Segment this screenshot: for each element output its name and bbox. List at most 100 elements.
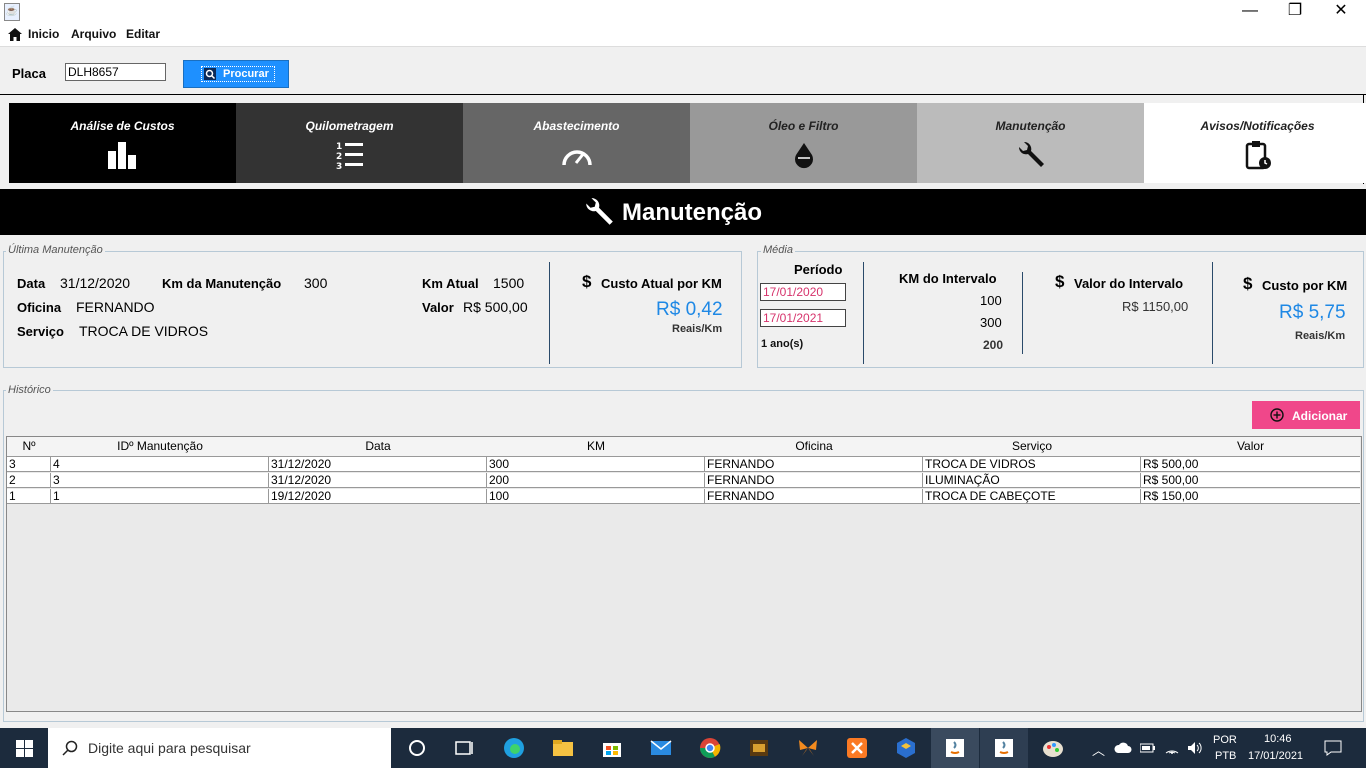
column-header[interactable]: KM [487, 437, 706, 457]
svg-text:2: 2 [336, 152, 342, 162]
butterfly-app-icon[interactable] [796, 736, 820, 760]
task-view-icon[interactable] [452, 736, 476, 760]
java-app-2[interactable] [980, 728, 1028, 768]
paint-icon[interactable] [1041, 736, 1065, 760]
tray-chevron-icon[interactable]: ︿ [1092, 740, 1105, 759]
valor-value: R$ 500,00 [463, 299, 528, 315]
battery-icon[interactable] [1140, 742, 1156, 754]
wifi-icon[interactable] [1164, 740, 1180, 756]
custo-atual-label: Custo Atual por KM [601, 276, 722, 291]
clipboard-clock-icon [1245, 141, 1271, 170]
data-value: 31/12/2020 [60, 275, 131, 291]
table-cell: TROCA DE VIDROS [923, 457, 1141, 472]
speedometer-icon [562, 150, 592, 166]
search-button[interactable]: Procurar [183, 60, 289, 88]
virtualbox-icon[interactable] [894, 736, 918, 760]
menu-inicio[interactable]: Inicio [28, 27, 59, 41]
tab-analise-custos[interactable]: Análise de Custos [9, 103, 236, 183]
home-icon [8, 28, 22, 41]
xampp-icon[interactable] [845, 736, 869, 760]
table-cell: 1 [7, 489, 51, 504]
custo-atual-value: R$ 0,42 [656, 299, 723, 320]
periodo-label: Período [794, 262, 843, 277]
data-label: Data [17, 276, 46, 291]
table-cell: R$ 500,00 [1141, 457, 1360, 472]
file-explorer-icon[interactable] [551, 736, 575, 760]
divider [1212, 262, 1213, 364]
ultima-manutencao-legend: Última Manutenção [6, 244, 105, 256]
bar-chart-icon [108, 142, 136, 169]
keyboard-layout[interactable]: PTB [1215, 750, 1236, 762]
cortana-icon[interactable] [405, 736, 429, 760]
table-cell: 100 [487, 489, 705, 504]
store-icon[interactable] [600, 736, 624, 760]
tab-oleo-filtro[interactable]: Óleo e Filtro [690, 103, 917, 183]
add-button[interactable]: Adicionar [1252, 401, 1360, 429]
date-from-field[interactable]: 17/01/2020 [760, 283, 846, 301]
tab-label: Avisos/Notificações [1200, 119, 1315, 133]
language-indicator[interactable]: POR [1213, 734, 1237, 746]
column-header[interactable]: Nº [7, 437, 52, 457]
mail-icon[interactable] [649, 736, 673, 760]
historico-table[interactable]: Nº IDº Manutenção Data KM Oficina Serviç… [6, 436, 1362, 712]
table-row[interactable]: 2 3 31/12/2020 200 FERNANDO ILUMINAÇÃO R… [7, 473, 1360, 488]
table-cell: R$ 150,00 [1141, 489, 1360, 504]
date-to-field[interactable]: 17/01/2021 [760, 309, 846, 327]
km-intervalo-total: 200 [983, 338, 1004, 352]
close-button[interactable]: ✕ [1318, 0, 1364, 24]
edge-icon[interactable] [502, 736, 526, 760]
clock-date[interactable]: 17/01/2021 [1248, 750, 1303, 762]
java-app-icon: ☕ [4, 3, 20, 21]
java-app-active[interactable] [931, 728, 979, 768]
table-cell: 31/12/2020 [269, 473, 487, 488]
cloud-icon[interactable] [1114, 742, 1132, 754]
placa-label: Placa [12, 66, 46, 81]
media-legend: Média [761, 244, 795, 256]
windows-start-icon[interactable] [16, 740, 33, 757]
servico-label: Serviço [17, 324, 64, 339]
search-icon [204, 68, 216, 80]
tab-quilometragem[interactable]: Quilometragem 1 2 3 [236, 103, 463, 183]
placa-input[interactable] [65, 63, 166, 81]
divider [863, 262, 864, 364]
table-cell: 2 [7, 473, 51, 488]
tab-abastecimento[interactable]: Abastecimento [463, 103, 690, 183]
table-cell: FERNANDO [705, 457, 923, 472]
game-app-icon[interactable] [747, 736, 771, 760]
table-cell: 4 [51, 457, 269, 472]
tab-manutencao[interactable]: Manutenção [917, 103, 1144, 183]
periodo-text: 1 ano(s) [761, 338, 804, 350]
km-intervalo-label: KM do Intervalo [899, 271, 997, 286]
menu-editar[interactable]: Editar [126, 27, 160, 41]
table-cell: TROCA DE CABEÇOTE [923, 489, 1141, 504]
menu-arquivo[interactable]: Arquivo [71, 27, 116, 41]
search-button-label: Procurar [223, 68, 269, 80]
table-cell: FERNANDO [705, 473, 923, 488]
clock-time[interactable]: 10:46 [1264, 733, 1292, 745]
maximize-button[interactable]: ❐ [1272, 0, 1318, 24]
column-header[interactable]: Oficina [705, 437, 924, 457]
column-header[interactable]: Valor [1141, 437, 1360, 457]
volume-icon[interactable] [1186, 740, 1204, 756]
oficina-label: Oficina [17, 300, 62, 315]
tab-avisos[interactable]: Avisos/Notificações [1144, 103, 1366, 183]
valor-label: Valor [422, 300, 454, 315]
minimize-button[interactable]: — [1227, 0, 1273, 24]
chrome-icon[interactable] [698, 736, 722, 760]
column-header[interactable]: Serviço [923, 437, 1142, 457]
table-row[interactable]: 3 4 31/12/2020 300 FERNANDO TROCA DE VID… [7, 457, 1360, 472]
media-panel [757, 251, 1364, 368]
divider [549, 262, 550, 364]
tab-label: Quilometragem [305, 119, 394, 133]
table-cell: 31/12/2020 [269, 457, 487, 472]
table-cell: 19/12/2020 [269, 489, 487, 504]
oficina-value: FERNANDO [76, 299, 155, 315]
table-row[interactable]: 1 1 19/12/2020 100 FERNANDO TROCA DE CAB… [7, 489, 1360, 504]
tab-label: Abastecimento [533, 119, 620, 133]
taskbar-search[interactable]: Digite aqui para pesquisar [48, 728, 391, 768]
km-manutencao-value: 300 [304, 275, 328, 291]
custo-km-unit: Reais/Km [1295, 330, 1346, 342]
notification-icon[interactable] [1324, 740, 1342, 756]
column-header[interactable]: Data [269, 437, 488, 457]
column-header[interactable]: IDº Manutenção [51, 437, 270, 457]
